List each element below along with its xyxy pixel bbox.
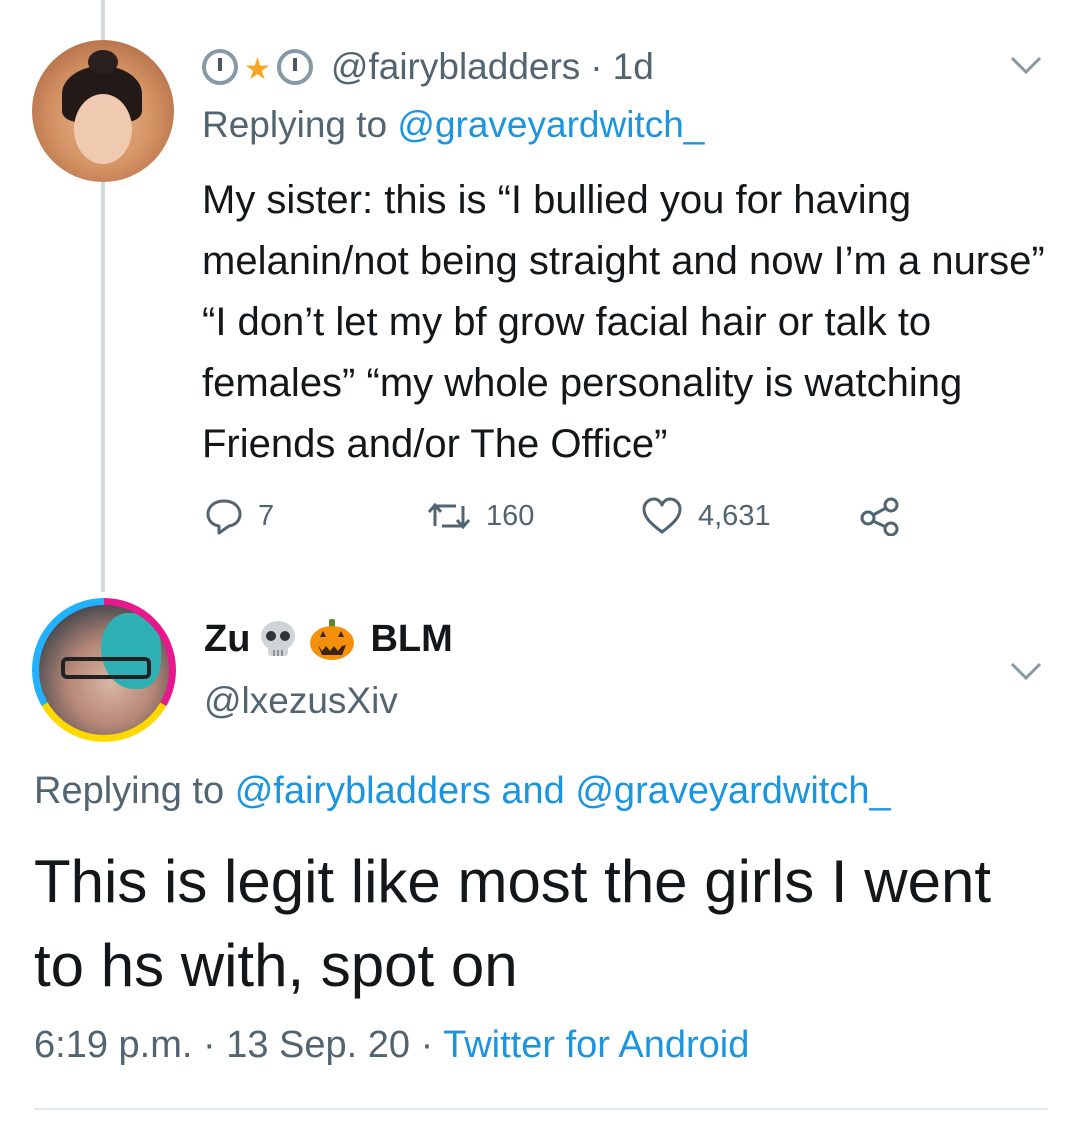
replying-prefix: Replying to (34, 770, 225, 812)
reply-and-text: and (501, 770, 565, 812)
tweet-actions: 7 160 4,631 (204, 494, 924, 538)
clock-icon (202, 49, 238, 85)
reply-button[interactable]: 7 (204, 494, 274, 538)
author-name[interactable]: Zu BLM (204, 614, 453, 664)
chevron-down-icon[interactable] (1006, 656, 1046, 686)
author-name-first: Zu (204, 617, 251, 660)
tweet-header: ★ @fairybladders · 1d (202, 42, 654, 92)
separator: · (420, 1024, 434, 1066)
separator: · (202, 1024, 216, 1066)
author-handle[interactable]: @lxezusXiv (204, 680, 398, 722)
retweet-count: 160 (486, 499, 535, 532)
star-icon: ★ (244, 52, 271, 86)
heart-icon (642, 497, 682, 534)
author-handle[interactable]: @fairybladders (331, 46, 580, 88)
like-count: 4,631 (698, 499, 771, 532)
share-icon (860, 497, 899, 536)
share-button[interactable] (858, 494, 902, 538)
avatar[interactable] (32, 598, 176, 742)
separator: · (590, 46, 603, 87)
reply-mention-link[interactable]: @fairybladders (235, 770, 491, 812)
retweet-button[interactable]: 160 (426, 494, 534, 538)
retweet-icon (427, 502, 471, 530)
avatar-bun (88, 50, 118, 74)
client-link[interactable]: Twitter for Android (443, 1024, 749, 1066)
replying-to: Replying to @fairybladders and @graveyar… (34, 770, 891, 813)
tweet-date[interactable]: 13 Sep. 20 (226, 1024, 410, 1066)
clock-icon (276, 49, 313, 85)
replying-prefix: Replying to (202, 104, 388, 145)
chevron-down-icon[interactable] (1006, 50, 1046, 80)
tweet-text: My sister: this is “I bullied you for ha… (202, 178, 1045, 466)
reply-mention-link[interactable]: @graveyardwitch_ (575, 770, 890, 812)
reply-mention-link[interactable]: @graveyardwitch_ (397, 104, 704, 145)
tweet-meta: 6:19 p.m. · 13 Sep. 20 · Twitter for And… (34, 1024, 749, 1067)
tweet-text: This is legit like most the girls I went… (34, 848, 991, 999)
skull-icon (261, 621, 296, 656)
divider (34, 1108, 1048, 1110)
reply-count: 7 (258, 499, 275, 532)
avatar[interactable] (32, 40, 174, 182)
avatar-glasses (61, 657, 151, 679)
like-button[interactable]: 4,631 (640, 494, 771, 538)
reply-icon (206, 499, 242, 535)
author-name-last: BLM (370, 617, 453, 660)
tweet-time[interactable]: 6:19 p.m. (34, 1024, 192, 1066)
tweet-time[interactable]: 1d (613, 46, 654, 88)
avatar-photo (39, 605, 169, 735)
avatar-face (74, 94, 132, 164)
replying-to: Replying to @graveyardwitch_ (202, 104, 704, 146)
jack-o-lantern-icon (310, 619, 355, 660)
